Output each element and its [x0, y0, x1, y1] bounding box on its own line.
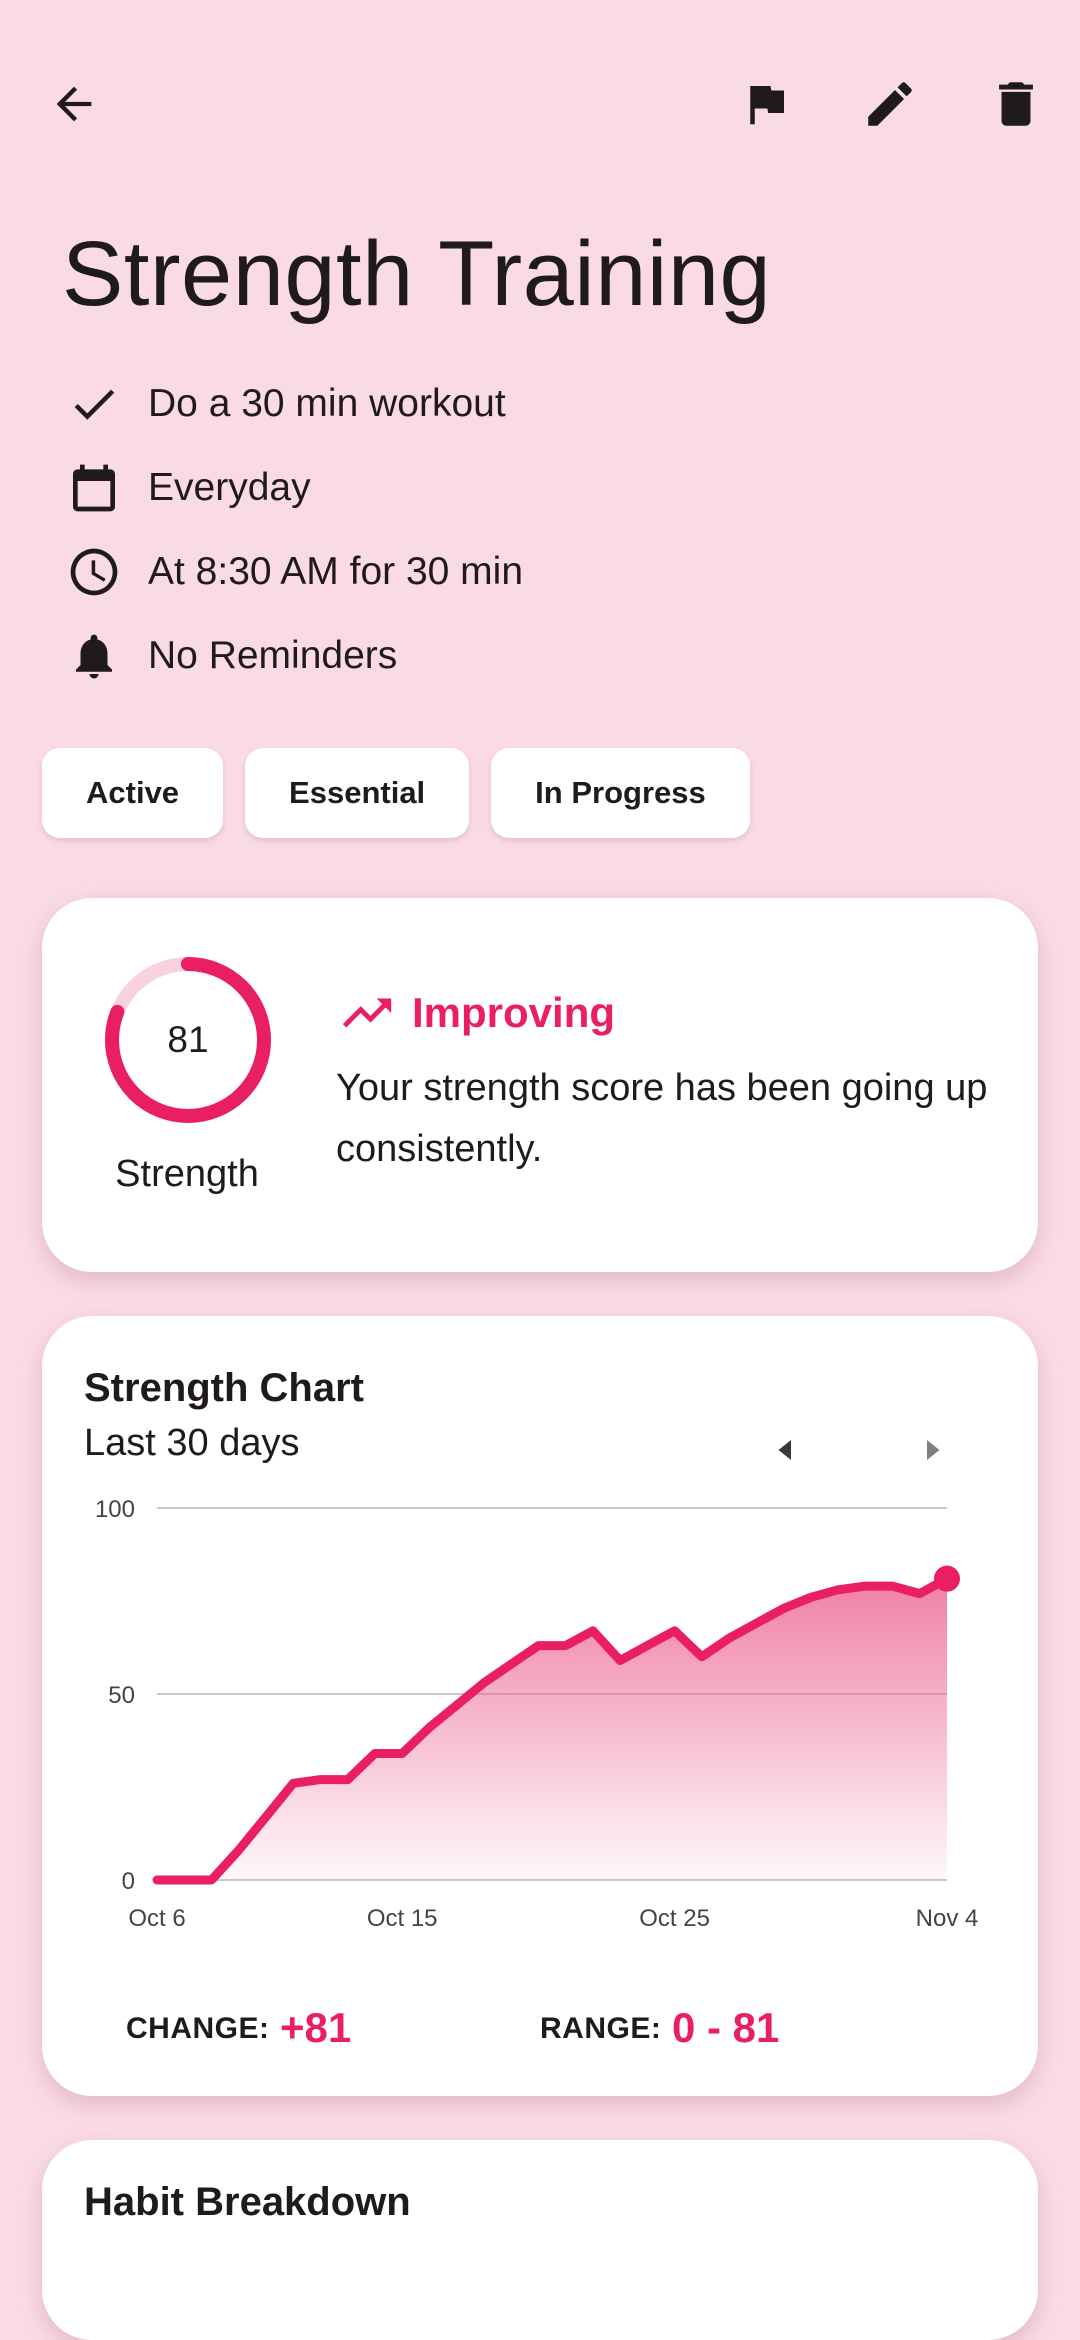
y-tick-label: 0: [122, 1868, 135, 1895]
x-tick-label: Oct 6: [128, 1905, 185, 1932]
detail-time-text: At 8:30 AM for 30 min: [148, 550, 524, 593]
detail-goal: Do a 30 min workout: [62, 369, 506, 439]
triangle-right-icon: [927, 1440, 940, 1460]
delete-icon[interactable]: [976, 64, 1056, 144]
x-tick-label: Oct 15: [367, 1905, 438, 1932]
strength-chart-card: Strength Chart Last 30 days 0 50 100 Oct 6 O…: [42, 1316, 1038, 2096]
detail-frequency: Everyday: [62, 453, 311, 523]
trending-up-icon: [342, 998, 392, 1028]
chart-subtitle: Last 30 days: [84, 1422, 300, 1464]
x-tick-label: Oct 25: [639, 1905, 710, 1932]
range-label: RANGE:: [540, 2012, 662, 2045]
chip-in-progress[interactable]: In Progress: [491, 748, 750, 838]
bell-icon: [62, 624, 126, 688]
edit-icon[interactable]: [850, 64, 930, 144]
strength-ring: 81: [98, 950, 278, 1130]
last-data-point: [934, 1565, 960, 1592]
chart-prev-button[interactable]: [756, 1420, 816, 1480]
detail-reminders: No Reminders: [62, 621, 397, 691]
clock-icon: [62, 540, 126, 604]
y-tick-label: 50: [108, 1682, 135, 1709]
check-icon: [62, 372, 126, 436]
flag-icon[interactable]: [726, 64, 806, 144]
detail-time: At 8:30 AM for 30 min: [62, 537, 523, 607]
chart-area: [157, 1578, 947, 1880]
detail-reminders-text: No Reminders: [148, 634, 398, 677]
range-value: 0 - 81: [672, 2004, 780, 2051]
change-value: +81: [280, 2004, 352, 2051]
x-tick-label: Nov 4: [916, 1905, 979, 1932]
chart-plot: 0 50 100 Oct 6 Oct 15 Oct 25 Nov 4: [95, 1496, 979, 1932]
score-card: 81 Strength Improving Your strength scor…: [42, 898, 1038, 1272]
triangle-left-icon: [778, 1440, 791, 1460]
chip-active[interactable]: Active: [42, 748, 224, 838]
trend-header: Improving: [338, 984, 615, 1042]
page-title: Strength Training: [62, 223, 772, 325]
strength-score-label: Strength: [115, 1153, 259, 1195]
status-chips: Active Essential In Progress: [42, 748, 750, 838]
chart-next-button[interactable]: [902, 1420, 962, 1480]
detail-goal-text: Do a 30 min workout: [148, 382, 506, 425]
arrow-back-icon[interactable]: [34, 64, 114, 144]
y-tick-label: 100: [95, 1496, 135, 1523]
trend-title: Improving: [412, 989, 616, 1036]
calendar-icon: [62, 456, 126, 520]
habit-breakdown-title: Habit Breakdown: [84, 2180, 411, 2224]
chip-essential[interactable]: Essential: [245, 748, 470, 838]
chart-title: Strength Chart: [84, 1366, 364, 1410]
habit-breakdown-card: Habit Breakdown: [42, 2140, 1038, 2340]
change-label: CHANGE:: [126, 2012, 270, 2045]
strength-score-value: 81: [167, 1019, 209, 1060]
detail-frequency-text: Everyday: [148, 466, 311, 509]
trend-description: Your strength score has been going up co…: [336, 1067, 988, 1170]
top-app-bar: [0, 0, 1080, 210]
